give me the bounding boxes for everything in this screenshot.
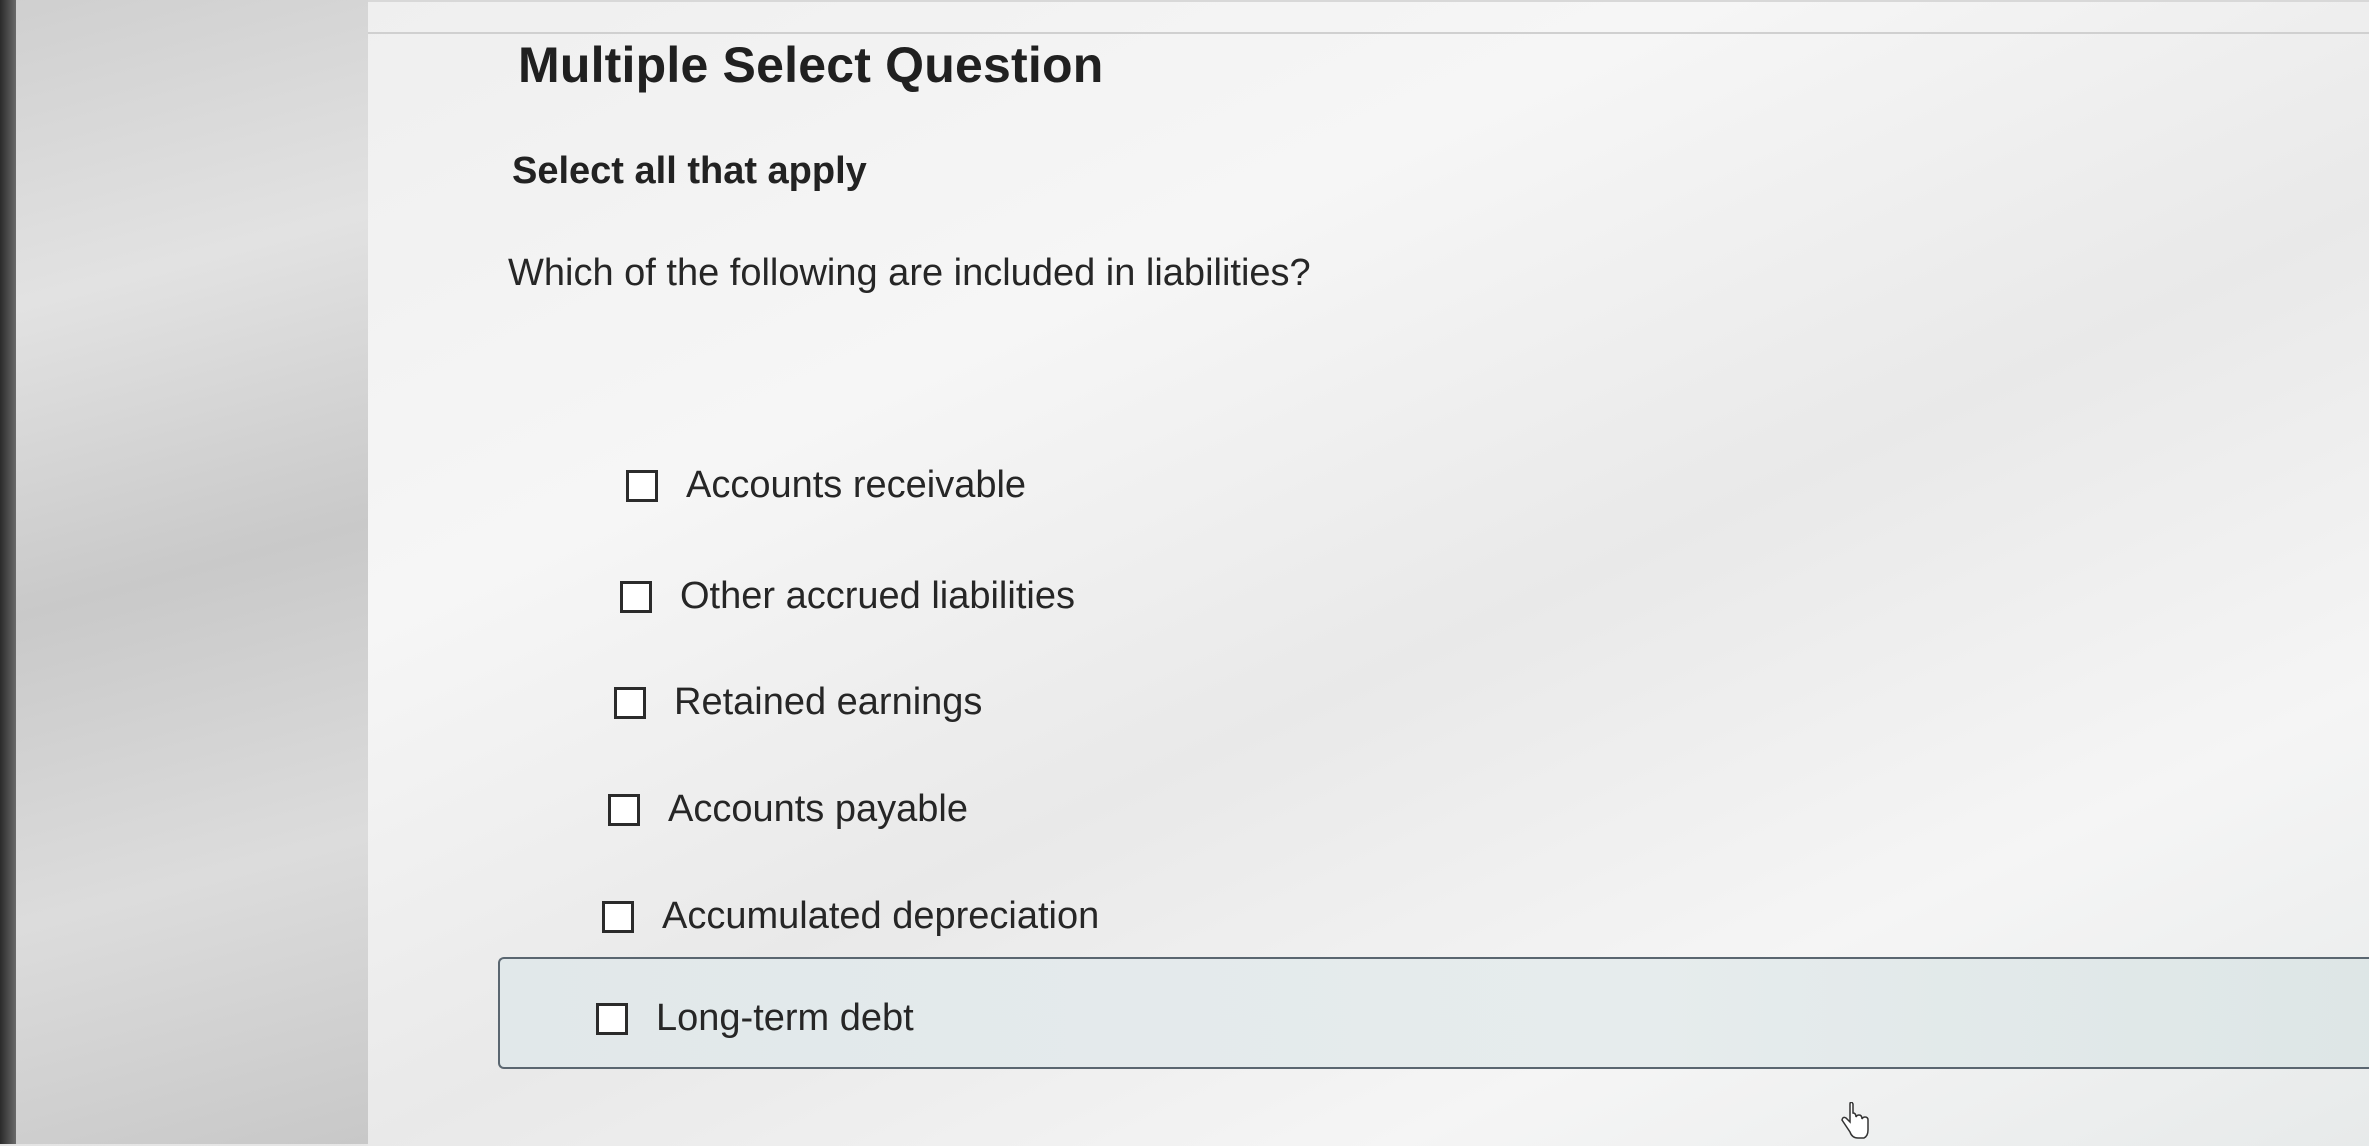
checkbox-unchecked-icon[interactable] <box>608 793 640 826</box>
option-label: Retained earnings <box>674 681 983 723</box>
option-label: Accounts payable <box>668 788 968 830</box>
option-accounts-receivable[interactable]: Accounts receivable <box>626 464 1026 507</box>
checkbox-unchecked-icon[interactable] <box>620 580 652 613</box>
left-panel <box>0 0 368 1144</box>
option-long-term-debt[interactable]: Long-term debt <box>596 997 914 1040</box>
hand-pointer-icon <box>1841 1102 1869 1139</box>
option-retained-earnings[interactable]: Retained earnings <box>614 681 982 724</box>
option-other-accrued-liabilities[interactable]: Other accrued liabilities <box>620 575 1075 618</box>
option-label: Accounts receivable <box>686 464 1027 506</box>
screen-frame-edge <box>0 0 16 1144</box>
checkbox-unchecked-icon[interactable] <box>596 1002 628 1035</box>
option-accounts-payable[interactable]: Accounts payable <box>608 788 968 831</box>
checkbox-unchecked-icon[interactable] <box>614 686 646 719</box>
option-accumulated-depreciation[interactable]: Accumulated depreciation <box>602 895 1099 938</box>
question-panel: Multiple Select Question Select all that… <box>368 0 2369 1146</box>
checkbox-unchecked-icon[interactable] <box>626 469 658 502</box>
option-label: Other accrued liabilities <box>680 575 1075 617</box>
option-label: Long-term debt <box>656 997 914 1039</box>
option-label: Accumulated depreciation <box>662 895 1100 937</box>
checkbox-unchecked-icon[interactable] <box>602 900 634 933</box>
answer-options: Accounts receivable Other accrued liabil… <box>368 2 2369 1146</box>
